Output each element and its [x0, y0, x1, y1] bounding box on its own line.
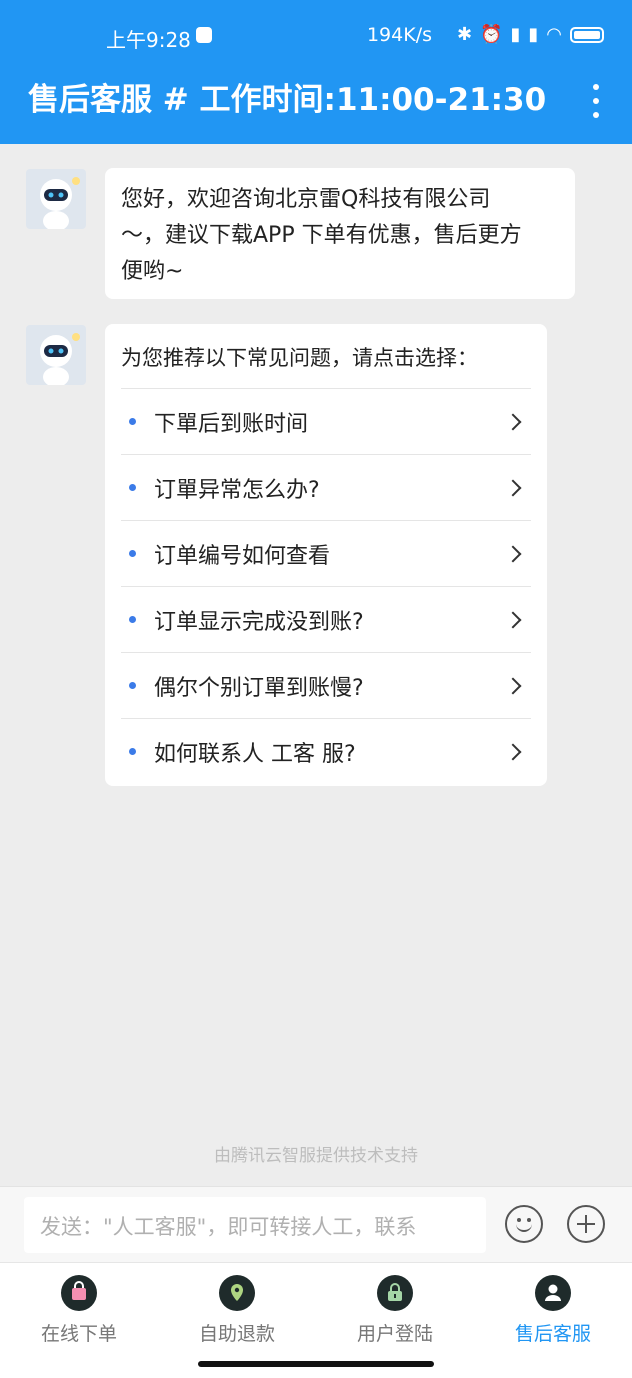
faq-item[interactable]: 如何联系人 工客 服? [121, 718, 531, 784]
robot-icon [40, 333, 80, 385]
chevron-right-icon [504, 413, 522, 430]
welcome-message: 您好，欢迎咨询北京雷Q科技有限公司 ～，建议下载APP 下单有优惠，售后更方 便… [105, 168, 575, 299]
bullet-icon [129, 682, 136, 689]
tab-self-refund[interactable]: 自助退款 [167, 1275, 307, 1346]
network-speed: 194K/s [366, 24, 432, 46]
status-time: 上午9:28 [106, 28, 191, 52]
faq-item[interactable]: 订单显示完成没到账? [121, 586, 531, 652]
faq-label: 偶尔个别订單到账慢? [154, 675, 364, 701]
faq-item[interactable]: 订單异常怎么办? [121, 454, 531, 520]
tab-label: 用户登陆 [356, 1323, 433, 1345]
tab-label: 售后客服 [514, 1323, 591, 1345]
message-line: 您好，欢迎咨询北京雷Q科技有限公司 [121, 187, 491, 212]
faq-label: 订单显示完成没到账? [154, 609, 364, 635]
alarm-icon: ⏰ [480, 24, 503, 45]
chevron-right-icon [504, 611, 522, 628]
more-vertical-icon[interactable] [584, 84, 608, 118]
faq-item[interactable]: 下單后到账时间 [121, 388, 531, 454]
faq-item[interactable]: 订单编号如何查看 [121, 520, 531, 586]
robot-icon [40, 177, 80, 229]
signal-icon: ▮ [528, 24, 539, 45]
tab-label: 自助退款 [198, 1323, 275, 1345]
lock-icon [377, 1275, 413, 1311]
tab-label: 在线下单 [40, 1323, 117, 1345]
tab-after-sales[interactable]: 售后客服 [483, 1275, 623, 1346]
user-icon [535, 1275, 571, 1311]
bluetooth-icon: ✱ [456, 24, 473, 45]
battery-icon [570, 26, 604, 43]
wifi-icon: ◠ [546, 24, 562, 45]
faq-label: 订单编号如何查看 [154, 543, 331, 569]
chevron-right-icon [504, 743, 522, 760]
message-input[interactable]: 发送："人工客服"，即可转接人工，联系 [24, 1197, 486, 1253]
status-bar: 上午9:28 194K/s ✱ ⏰ ▮ ▮ ◠ [0, 0, 632, 72]
status-icons: ✱ ⏰ ▮ ▮ ◠ [457, 24, 604, 45]
faq-card: 为您推荐以下常见问题，请点击选择： 下單后到账时间 订單异常怎么办? 订单编号如… [105, 324, 547, 786]
faq-label: 如何联系人 工客 服? [154, 741, 356, 767]
page-title: 售后客服 # 工作时间:11:00-21:30 [28, 82, 547, 118]
bullet-icon [129, 484, 136, 491]
chevron-right-icon [504, 545, 522, 562]
input-bar: 发送："人工客服"，即可转接人工，联系 [0, 1186, 632, 1262]
faq-title: 为您推荐以下常见问题，请点击选择： [121, 346, 478, 370]
emoji-button[interactable] [505, 1205, 543, 1243]
faq-label: 订單异常怎么办? [154, 477, 320, 503]
qq-icon [196, 27, 212, 43]
powered-by-note: 由腾讯云智服提供技术支持 [214, 1146, 418, 1166]
chevron-right-icon [504, 677, 522, 694]
chevron-right-icon [504, 479, 522, 496]
app-bar: 售后客服 # 工作时间:11:00-21:30 [0, 72, 632, 144]
bullet-icon [129, 418, 136, 425]
message-line: 便哟~ [121, 259, 184, 284]
add-button[interactable] [567, 1205, 605, 1243]
bullet-icon [129, 550, 136, 557]
faq-item[interactable]: 偶尔个别订單到账慢? [121, 652, 531, 718]
shopping-bag-icon [61, 1275, 97, 1311]
bullet-icon [129, 616, 136, 623]
bullet-icon [129, 748, 136, 755]
tab-user-login[interactable]: 用户登陆 [325, 1275, 465, 1346]
tab-online-order[interactable]: 在线下单 [9, 1275, 149, 1346]
location-pin-icon [219, 1275, 255, 1311]
message-line: ～，建议下载APP 下单有优惠，售后更方 [121, 223, 522, 248]
signal-icon: ▮ [510, 24, 521, 45]
home-indicator[interactable] [198, 1361, 434, 1367]
faq-label: 下單后到账时间 [154, 411, 309, 437]
bot-avatar [26, 169, 86, 229]
bot-avatar [26, 325, 86, 385]
